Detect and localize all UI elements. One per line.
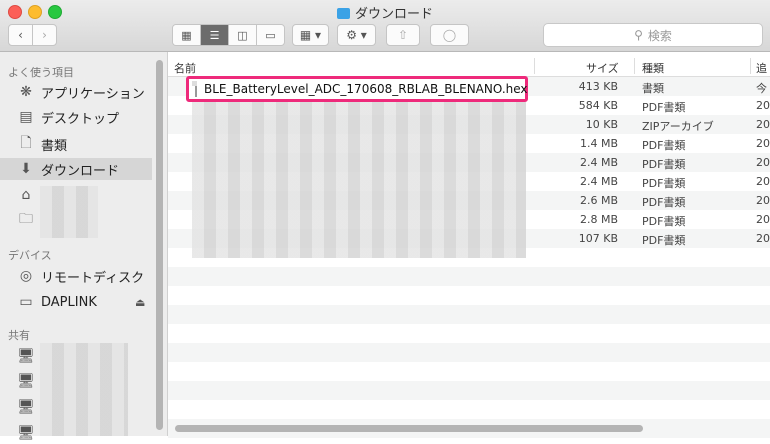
sidebar-item-applications[interactable]: ❋ アプリケーション	[0, 81, 150, 103]
blurred-region	[40, 186, 98, 238]
columns-icon: ◫	[237, 28, 248, 42]
documents-icon: 🗋	[20, 135, 32, 151]
downloads-icon: ⬇	[20, 161, 32, 177]
blurred-filenames	[192, 102, 526, 258]
disc-icon: ◎	[19, 268, 33, 284]
file-list: 名前 サイズ 種類 追加 413 KB 書類 今 584 KB PDF書類 20…	[168, 52, 770, 438]
search-field[interactable]: ⚲ 検索	[543, 23, 763, 47]
back-button[interactable]: ‹	[8, 24, 33, 46]
arrange-icon: ▦ ▾	[299, 28, 322, 42]
column-size-header[interactable]: サイズ	[586, 60, 619, 76]
table-row	[168, 267, 770, 286]
chevron-left-icon: ‹	[18, 28, 23, 42]
search-placeholder: 検索	[647, 28, 672, 43]
table-row	[168, 362, 770, 381]
chevron-right-icon: ›	[42, 28, 47, 42]
table-row	[168, 305, 770, 324]
computer-icon: 🖥	[17, 399, 35, 415]
file-name: BLE_BatteryLevel_ADC_170608_RBLAB_BLENAN…	[204, 82, 528, 96]
column-name-header[interactable]: 名前	[174, 60, 196, 76]
grid-icon: ▦	[181, 28, 192, 42]
applications-icon: ❋	[20, 84, 32, 100]
horizontal-scrollbar[interactable]	[175, 425, 643, 432]
icon-view-button[interactable]: ▦	[173, 25, 201, 45]
gear-icon: ⚙ ▾	[346, 28, 367, 42]
sidebar-scrollbar[interactable]	[156, 60, 163, 430]
column-separator[interactable]	[534, 58, 535, 74]
eject-icon[interactable]: ⏏	[135, 296, 145, 309]
window-title: ダウンロード	[0, 3, 770, 22]
gallery-icon: ▭	[265, 28, 276, 42]
computer-icon: 🖥	[17, 373, 35, 389]
list-view-button[interactable]: ☰	[201, 25, 229, 45]
drive-icon: ▭	[19, 294, 33, 310]
folder-icon	[336, 8, 350, 19]
sidebar-item-remote-disc[interactable]: ◎ リモートディスク	[0, 265, 150, 287]
share-button[interactable]: ⇧	[386, 24, 420, 46]
search-icon: ⚲	[634, 28, 643, 42]
action-button[interactable]: ⚙ ▾	[337, 24, 376, 46]
table-row	[168, 324, 770, 343]
desktop-icon: ▤	[19, 109, 33, 125]
column-separator[interactable]	[750, 58, 751, 74]
sidebar-item-downloads[interactable]: ⬇ ダウンロード	[0, 158, 152, 180]
list-icon: ☰	[209, 28, 220, 42]
table-row	[168, 286, 770, 305]
shared-header: 共有	[8, 329, 30, 342]
column-header: 名前 サイズ 種類 追加	[168, 56, 770, 91]
column-kind-header[interactable]: 種類	[642, 60, 664, 76]
table-row	[168, 400, 770, 419]
highlighted-file-row[interactable]: BLE_BatteryLevel_ADC_170608_RBLAB_BLENAN…	[186, 76, 528, 102]
arrange-button[interactable]: ▦ ▾	[292, 24, 329, 46]
devices-header: デバイス	[8, 249, 52, 262]
share-icon: ⇧	[397, 28, 409, 42]
home-icon: ⌂	[21, 187, 31, 203]
blurred-region	[40, 343, 128, 436]
sidebar-item-documents[interactable]: 🗋 書類	[0, 133, 150, 155]
folder-icon: 🗀	[19, 211, 33, 227]
favorites-header: よく使う項目	[8, 66, 74, 79]
forward-button[interactable]: ›	[32, 24, 57, 46]
gallery-view-button[interactable]: ▭	[257, 25, 284, 45]
computer-icon: 🖥	[17, 348, 35, 364]
view-mode-control: ▦ ☰ ◫ ▭	[172, 24, 285, 46]
toolbar: ダウンロード ‹ › ▦ ☰ ◫ ▭ ▦ ▾ ⚙ ▾ ⇧ ◯ ⚲ 検索	[0, 0, 770, 52]
computer-icon: 🖥	[17, 425, 35, 441]
sidebar: よく使う項目 ❋ アプリケーション ▤ デスクトップ 🗋 書類 ⬇ ダウンロード…	[0, 52, 168, 441]
sidebar-item-desktop[interactable]: ▤ デスクトップ	[0, 106, 150, 128]
column-view-button[interactable]: ◫	[229, 25, 257, 45]
table-row	[168, 381, 770, 400]
tag-icon: ◯	[442, 28, 457, 42]
tags-button[interactable]: ◯	[430, 24, 469, 46]
sidebar-item-daplink[interactable]: ▭ DAPLINK ⏏	[0, 291, 150, 313]
document-icon	[192, 81, 197, 97]
column-separator[interactable]	[634, 58, 635, 74]
table-row	[168, 343, 770, 362]
